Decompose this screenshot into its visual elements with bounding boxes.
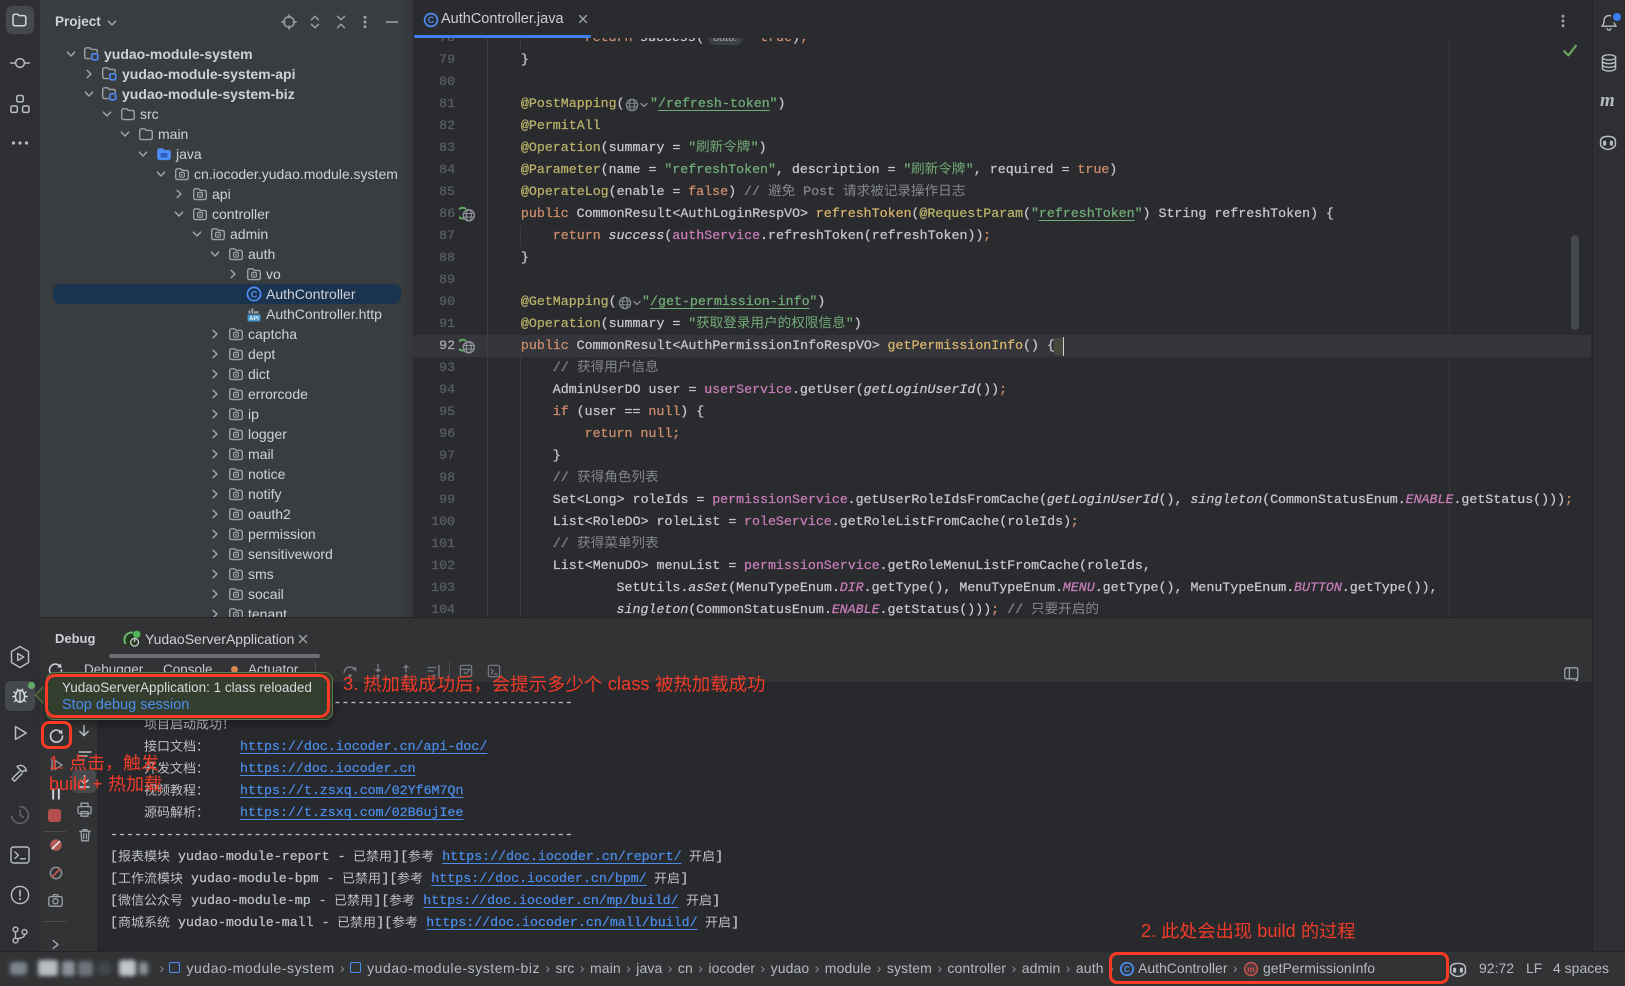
svg-text:C: C [428, 15, 435, 25]
svg-text:C: C [251, 289, 258, 300]
svg-text:API: API [249, 316, 259, 322]
